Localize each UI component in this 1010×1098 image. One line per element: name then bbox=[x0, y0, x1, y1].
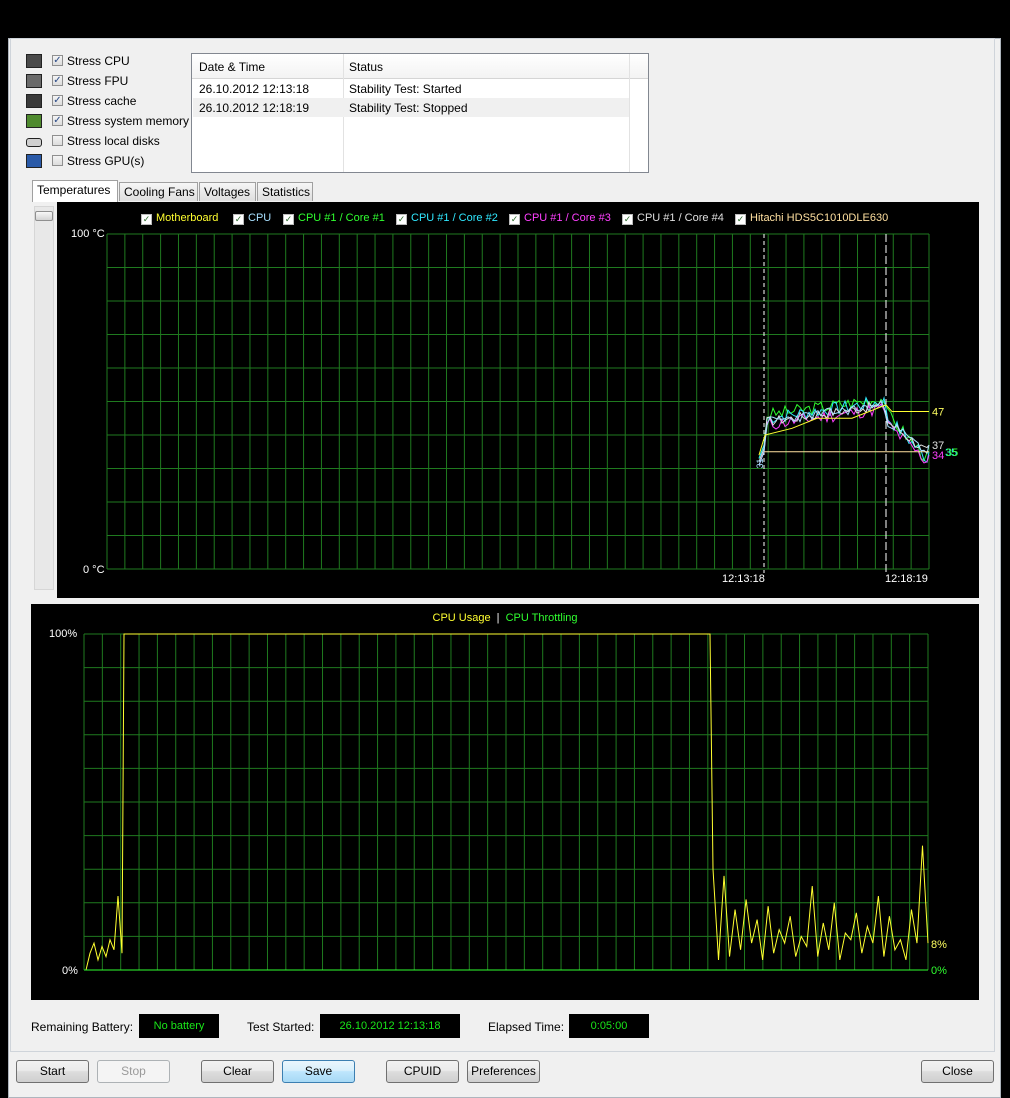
stress-option-label: Stress GPU(s) bbox=[67, 154, 145, 168]
start-button[interactable]: Start bbox=[16, 1060, 89, 1083]
header-status[interactable]: Status bbox=[349, 60, 383, 74]
status-bar: Remaining Battery: No battery Test Start… bbox=[0, 1014, 1010, 1040]
column-divider bbox=[629, 54, 630, 172]
test-started-value: 26.10.2012 12:13:18 bbox=[320, 1014, 460, 1038]
test-started-label: Test Started: bbox=[247, 1020, 315, 1034]
event-log-table[interactable]: Date & Time Status 26.10.2012 12:13:18 S… bbox=[191, 53, 649, 173]
temperature-chart-panel: ✓ Motherboard ✓ CPU ✓ CPU #1 / Core #1 ✓ CPU #1… bbox=[57, 202, 979, 598]
chart-zoom-slider[interactable] bbox=[34, 206, 54, 590]
throttle-current-value: 0% bbox=[931, 965, 947, 977]
temperature-graph: 47373534 3531 bbox=[106, 233, 958, 573]
stress-checkbox[interactable] bbox=[52, 155, 63, 166]
battery-value: No battery bbox=[139, 1014, 219, 1038]
stress-option-label: Stress cache bbox=[67, 94, 137, 108]
fpu-icon bbox=[26, 74, 42, 88]
gpu-icon bbox=[26, 154, 42, 168]
temp-start-label: 31 bbox=[755, 458, 765, 468]
cache-icon bbox=[26, 94, 42, 108]
battery-label: Remaining Battery: bbox=[31, 1020, 134, 1034]
stress-checkbox[interactable]: ✓ bbox=[52, 95, 63, 106]
save-button[interactable]: Save bbox=[282, 1060, 355, 1083]
clear-button[interactable]: Clear bbox=[201, 1060, 274, 1083]
memory-icon bbox=[26, 114, 42, 128]
tab-temperatures[interactable]: Temperatures bbox=[32, 180, 118, 202]
stress-checkbox[interactable]: ✓ bbox=[52, 55, 63, 66]
header-datetime[interactable]: Date & Time bbox=[199, 60, 265, 74]
temp-end-label: 47 bbox=[932, 407, 944, 419]
cpu-icon bbox=[26, 54, 42, 68]
series-core-4 bbox=[758, 400, 930, 462]
row-datetime: 26.10.2012 12:13:18 bbox=[199, 82, 310, 96]
tab-cooling-fans[interactable]: Cooling Fans bbox=[119, 182, 198, 201]
preferences-button[interactable]: Preferences bbox=[467, 1060, 540, 1083]
stop-button[interactable]: Stop bbox=[97, 1060, 170, 1083]
elapsed-time-label: Elapsed Time: bbox=[488, 1020, 565, 1034]
stress-checkbox[interactable]: ✓ bbox=[52, 75, 63, 86]
row-status: Stability Test: Stopped bbox=[349, 101, 468, 115]
table-row[interactable]: 26.10.2012 12:13:18 Stability Test: Star… bbox=[193, 79, 629, 98]
table-row[interactable]: 26.10.2012 12:18:19 Stability Test: Stop… bbox=[193, 98, 629, 117]
stress-checkbox[interactable]: ✓ bbox=[52, 115, 63, 126]
close-button[interactable]: Close bbox=[921, 1060, 994, 1083]
marker-stop-label: 12:18:19 bbox=[885, 573, 928, 585]
usage-grid bbox=[83, 633, 929, 971]
stress-option-label: Stress system memory bbox=[67, 114, 190, 128]
row-datetime: 26.10.2012 12:18:19 bbox=[199, 101, 310, 115]
tab-voltages[interactable]: Voltages bbox=[199, 182, 256, 201]
cpu-usage-graph bbox=[83, 633, 929, 971]
row-status: Stability Test: Started bbox=[349, 82, 462, 96]
log-header: Date & Time Status bbox=[192, 54, 648, 79]
stress-checkbox[interactable] bbox=[52, 135, 63, 146]
temp-end-label: 34 bbox=[932, 450, 944, 462]
slider-thumb[interactable] bbox=[35, 211, 53, 221]
disk-icon bbox=[26, 138, 42, 147]
temp-end-label: 35 bbox=[946, 447, 958, 459]
stress-option-label: Stress local disks bbox=[67, 134, 160, 148]
cpu-usage-chart-panel: CPU Usage | CPU Throttling 100% 0% 8% 0% bbox=[31, 604, 979, 1000]
elapsed-time-value: 0:05:00 bbox=[569, 1014, 649, 1038]
usage-current-value: 8% bbox=[931, 939, 947, 951]
tab-statistics[interactable]: Statistics bbox=[257, 182, 313, 201]
stress-option-label: Stress FPU bbox=[67, 74, 129, 88]
marker-start-label: 12:13:18 bbox=[722, 573, 765, 585]
series-cpu bbox=[758, 399, 930, 466]
temp-grid bbox=[106, 233, 930, 570]
cpuid-button[interactable]: CPUID bbox=[386, 1060, 459, 1083]
stress-option-label: Stress CPU bbox=[67, 54, 130, 68]
